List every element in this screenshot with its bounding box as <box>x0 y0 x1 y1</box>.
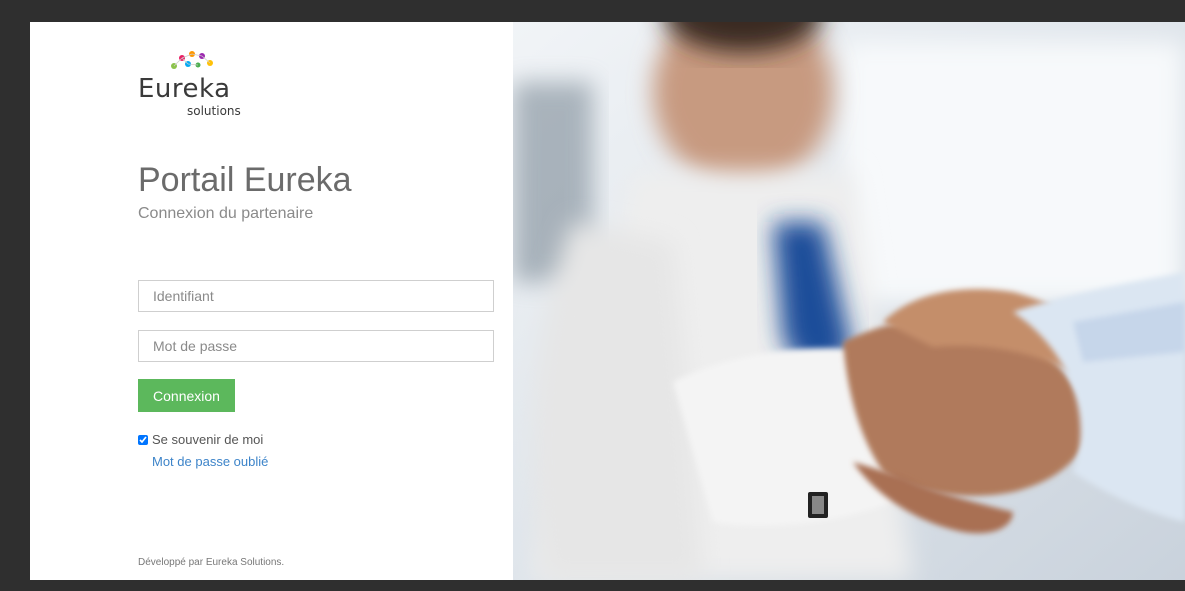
eureka-logo: Eureka solutions <box>138 50 258 120</box>
handshake-illustration <box>513 22 1185 580</box>
remember-me[interactable]: Se souvenir de moi <box>138 432 263 447</box>
login-window: Eureka solutions Portail Eureka Connexio… <box>30 22 1185 580</box>
page-title: Portail Eureka <box>138 161 352 199</box>
remember-me-checkbox[interactable] <box>138 434 148 445</box>
logo-subtitle: solutions <box>187 104 241 118</box>
login-button[interactable]: Connexion <box>138 379 235 412</box>
remember-me-label: Se souvenir de moi <box>152 432 264 447</box>
login-panel: Eureka solutions Portail Eureka Connexio… <box>30 22 513 580</box>
handshake-photo <box>513 22 1185 580</box>
password-input[interactable] <box>138 330 494 362</box>
page-subtitle: Connexion du partenaire <box>138 205 314 222</box>
footer-credit: Développé par Eureka Solutions. <box>138 557 285 568</box>
logo-wordmark: Eureka <box>138 74 231 104</box>
username-input[interactable] <box>138 280 494 312</box>
logo-dots-icon <box>171 51 213 69</box>
forgot-password-link[interactable]: Mot de passe oublié <box>152 454 268 469</box>
